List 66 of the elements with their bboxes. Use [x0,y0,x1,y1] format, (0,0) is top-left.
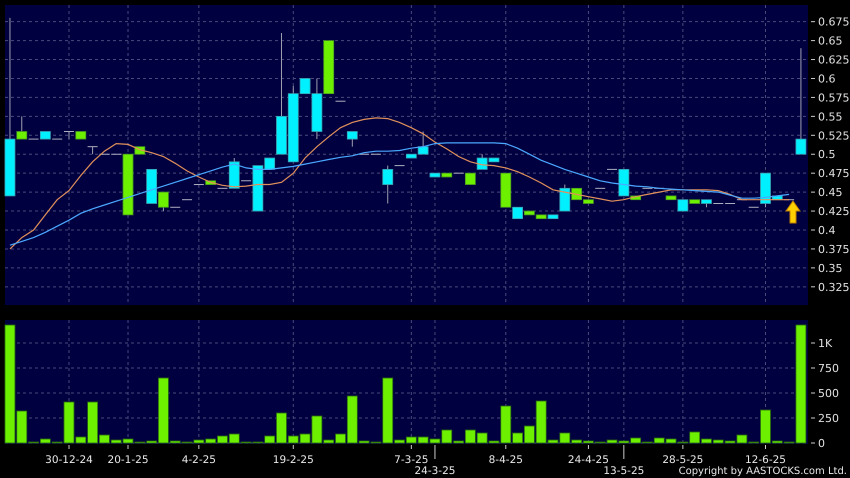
tick-mark [810,40,816,42]
date-label: 4-2-25 [182,454,216,466]
tick-mark [810,286,816,288]
axis-label: 1K [818,337,832,350]
tick-mark [810,134,816,136]
axis-label: 750 [818,362,839,375]
axis-label: 0.475 [818,167,850,180]
tick-mark [810,392,816,394]
candlestick [323,40,334,94]
axis-label: 0.35 [818,262,842,275]
axis-label: 0.525 [818,129,850,142]
date-label: 7-3-25 [394,454,428,466]
candlestick [594,188,606,189]
axis-label: 0.55 [818,110,842,124]
tick-mark [810,342,816,344]
date-label: 28-5-25 [662,454,704,466]
tick-mark [810,442,816,444]
candlestick [346,131,358,148]
tick-mark [434,444,436,460]
date-label: 24-3-25 [414,465,456,477]
tick-mark [765,444,766,450]
tick-mark [682,444,684,450]
up-arrow-icon [785,200,801,224]
axis-label: 0.5 [818,148,836,162]
tick-mark [810,210,816,212]
tick-mark [198,444,200,450]
tick-mark [410,444,412,450]
tick-mark [810,154,816,155]
tick-mark [810,59,816,60]
date-label: 24-4-25 [568,454,609,466]
tick-mark [810,192,816,193]
tick-mark [810,78,816,79]
axis-label: 0.625 [818,54,850,67]
axis-label: 0.325 [818,280,850,294]
tick-mark [810,21,816,22]
axis-label: 0.6 [818,72,836,86]
axis-label: 0.375 [818,242,850,256]
tick-mark [810,172,816,174]
tick-mark [810,96,816,98]
copyright-text: Copyright by AASTOCKS.com Ltd. [678,466,847,477]
axis-label: 0 [818,437,825,450]
axis-label: 0.65 [818,34,842,48]
tick-mark [810,248,816,250]
tick-mark [292,444,294,450]
date-label: 12-6-25 [745,454,786,466]
candlestick [335,100,346,102]
axis-label: 0.4 [818,224,836,237]
date-label: 13-5-25 [603,465,644,477]
candlestick [182,199,193,200]
date-label: 8-4-25 [488,454,523,466]
date-label: 20-1-25 [108,454,148,466]
tick-mark [810,116,816,117]
date-label: 19-2-25 [272,454,314,466]
tick-mark [623,444,624,460]
date-label: 30-12-24 [45,454,93,466]
axis-label: 0.425 [818,205,850,218]
tick-mark [68,444,70,450]
tick-mark [505,444,506,450]
tick-mark [588,444,589,450]
axis-label: 0.675 [818,16,850,29]
axis-label: 250 [818,412,839,425]
axis-label: 0.45 [818,186,842,200]
tick-mark [810,267,816,268]
axis-label: 500 [818,387,839,400]
candlestick [75,131,86,140]
axis-label: 0.575 [818,91,850,104]
